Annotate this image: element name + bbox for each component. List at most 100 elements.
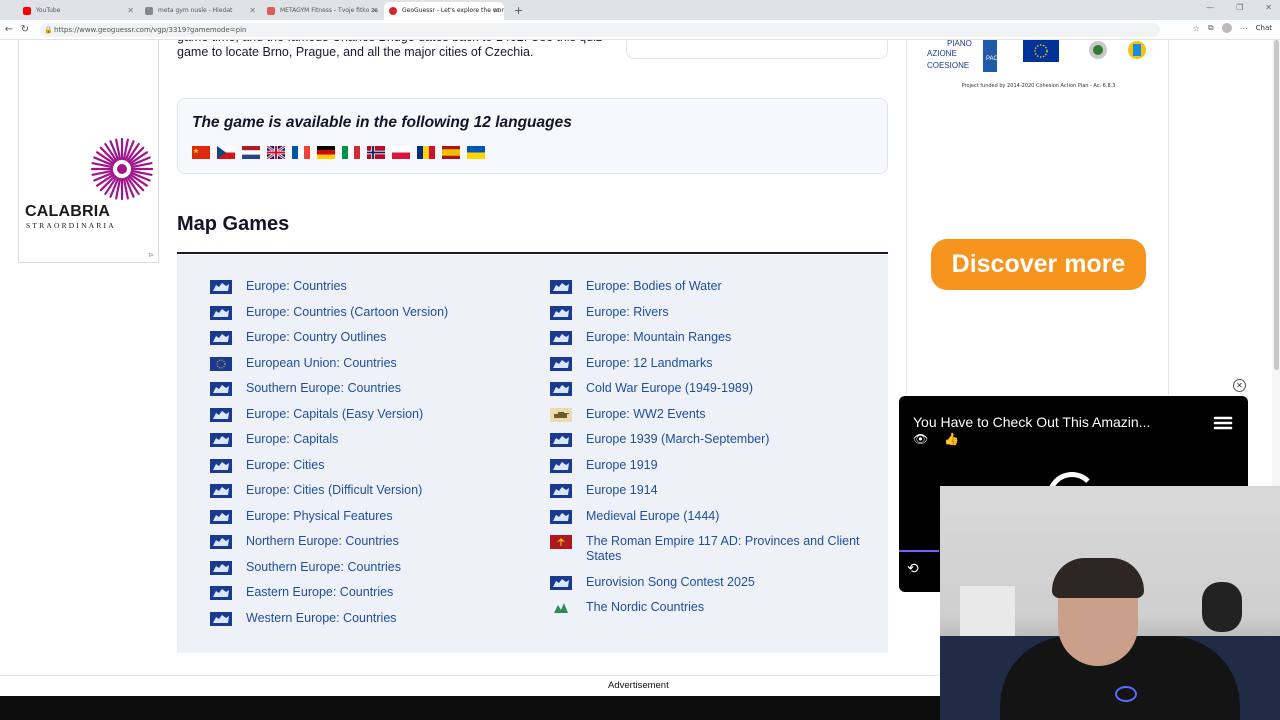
player-logo-icon [1213,416,1233,430]
italy-flag-icon[interactable] [342,146,360,159]
map-game-link[interactable]: Northern Europe: Countries [210,534,399,554]
url-field[interactable]: 🔒 https://www.geoguessr.com/vgp/3319?gam… [40,23,1160,37]
nordic-map-icon [550,601,572,615]
map-game-link[interactable]: Europe: Capitals [210,432,338,452]
scrollbar-thumb[interactable] [1274,40,1279,370]
close-tab-icon[interactable]: ✕ [127,2,134,20]
minimize-icon[interactable]: — [1206,3,1214,12]
funded-note: Project funded by 2014-2020 Cohesion Act… [961,83,1116,89]
map-game-label: The Nordic Countries [586,600,705,614]
map-games-list: Europe: Countries Europe: Countries (Cart… [177,255,888,653]
close-tab-icon[interactable]: ✕ [371,2,378,20]
map-game-link[interactable]: Europe: 12 Landmarks [550,356,712,376]
map-game-link[interactable]: Europe 1939 (March-September) [550,432,769,452]
eu-flag-icon [210,356,232,371]
czech-flag-icon[interactable] [217,146,235,159]
map-game-link[interactable]: Europe: Cities [210,458,325,478]
tab-youtube[interactable]: YouTube ✕ [18,2,138,20]
europe-map-icon [210,509,232,524]
map-game-link[interactable]: Europe: Cities (Difficult Version) [210,483,422,503]
calabria-sun-logo [91,138,153,200]
netherlands-flag-icon[interactable] [242,146,260,159]
url-text: https://www.geoguessr.com/vgp/3319?gamem… [54,26,247,34]
map-game-label: Southern Europe: Countries [246,381,401,395]
map-game-link[interactable]: Europe: Bodies of Water [550,279,722,299]
map-game-link[interactable]: Europe: Capitals (Easy Version) [210,407,423,427]
tab-geoguessr[interactable]: GeoGuessr - Let's explore the wor ✕ [384,2,504,20]
close-tab-icon[interactable]: ✕ [249,2,256,20]
tab-meta-gym-search[interactable]: meta gym nusle - Hledat ✕ [140,2,260,20]
europe-map-icon [550,433,572,447]
discover-more-button[interactable]: Discover more [931,239,1146,290]
eye-icon[interactable]: 👁 [913,432,928,446]
video-ad-actions: 👁 👍 [913,432,959,446]
map-game-label: Europe: Countries [246,279,347,293]
replay-icon[interactable]: ⟲ [907,561,919,577]
europe-map-icon [210,586,232,600]
window-controls: — ❐ ✕ [1206,3,1272,12]
browser-toolbar: ☆ ⧉ ⋯ Chat [1193,23,1272,33]
map-game-link[interactable]: Europe: Country Outlines [210,330,386,350]
map-game-link[interactable]: Europe 1919 [550,458,658,478]
favorite-icon[interactable]: ☆ [1193,24,1200,33]
germany-flag-icon[interactable] [317,146,335,159]
map-game-link[interactable]: Medieval Europe (1444) [550,509,719,529]
map-game-link[interactable]: Southern Europe: Countries [210,560,401,580]
collections-icon[interactable]: ⧉ [1208,23,1214,33]
map-game-link[interactable]: Southern Europe: Countries [210,381,401,401]
map-game-link[interactable]: Europe: Physical Features [210,509,393,529]
map-game-link[interactable]: The Roman Empire 117 AD: Provinces and C… [550,534,876,563]
map-game-link[interactable]: Eastern Europe: Countries [210,585,393,605]
more-icon[interactable]: ⋯ [1240,24,1248,33]
poland-flag-icon[interactable] [392,146,410,159]
calabria-brand: CALABRIA [25,203,111,220]
europe-map-icon [210,305,232,320]
calabria-ad[interactable]: CALABRIA STRAORDINARIA ⊳ [18,40,159,263]
pac-text: PAC [986,56,999,62]
europe-map-icon [210,407,232,422]
spain-flag-icon[interactable] [442,146,460,159]
thumbs-up-icon[interactable]: 👍 [944,432,959,446]
map-games-title: Map Games [177,213,290,235]
reload-icon[interactable]: ↻ [18,24,32,35]
map-game-link[interactable]: Europe: Mountain Ranges [550,330,731,350]
map-game-label: Europe: Cities [246,457,325,472]
map-game-link[interactable]: The Nordic Countries [550,600,704,620]
map-game-link[interactable]: European Union: Countries [210,356,397,376]
map-game-link[interactable]: Western Europe: Countries [210,611,397,631]
france-flag-icon[interactable] [292,146,310,159]
map-game-link[interactable]: Europe: Countries [210,279,347,299]
new-tab-button[interactable]: + [506,2,531,20]
tab-metagym[interactable]: METAGYM Fitness - Tvoje fitko za ✕ [262,2,382,20]
webcam-plush-toy [1202,582,1242,632]
back-icon[interactable]: ← [2,24,16,35]
adchoice-icon[interactable]: ⊳ [148,251,154,259]
close-tab-icon[interactable]: ✕ [493,2,500,20]
uk-flag-icon[interactable] [267,146,285,159]
norway-flag-icon[interactable] [367,146,385,159]
europe-map-icon [210,560,232,575]
profile-avatar[interactable] [1221,23,1232,33]
map-game-link[interactable]: Eurovision Song Contest 2025 [550,575,755,595]
map-game-label: The Roman Empire 117 AD: Provinces and C… [586,534,860,563]
maximize-icon[interactable]: ❐ [1236,3,1243,12]
europe-map-icon [550,382,572,396]
romania-flag-icon[interactable] [417,146,435,159]
chat-button[interactable]: Chat [1256,24,1272,32]
calabria-cohesion-ad[interactable]: PIANO AZIONE COESIONE PAC Project funded… [906,40,1169,395]
map-game-link[interactable]: Europe: WW2 Events [550,407,706,427]
close-window-icon[interactable]: ✕ [1265,3,1272,12]
azione-text: AZIONE [927,49,957,58]
map-game-link[interactable]: Europe: Countries (Cartoon Version) [210,305,448,325]
close-video-ad-icon[interactable]: ✕ [1233,379,1246,392]
map-game-link[interactable]: Europe 1914 [550,483,658,503]
china-flag-icon[interactable] [192,146,210,159]
map-game-label: Eurovision Song Contest 2025 [586,574,755,589]
eu-funding-logos: PIANO AZIONE COESIONE PAC [927,40,1146,72]
map-game-link[interactable]: Europe: Rivers [550,305,669,325]
video-progress-bar[interactable] [899,550,939,552]
webcam-overlay [940,486,1280,720]
map-game-link[interactable]: Cold War Europe (1949-1989) [550,381,753,401]
europe-map-icon [210,433,232,447]
ukraine-flag-icon[interactable] [467,146,485,159]
